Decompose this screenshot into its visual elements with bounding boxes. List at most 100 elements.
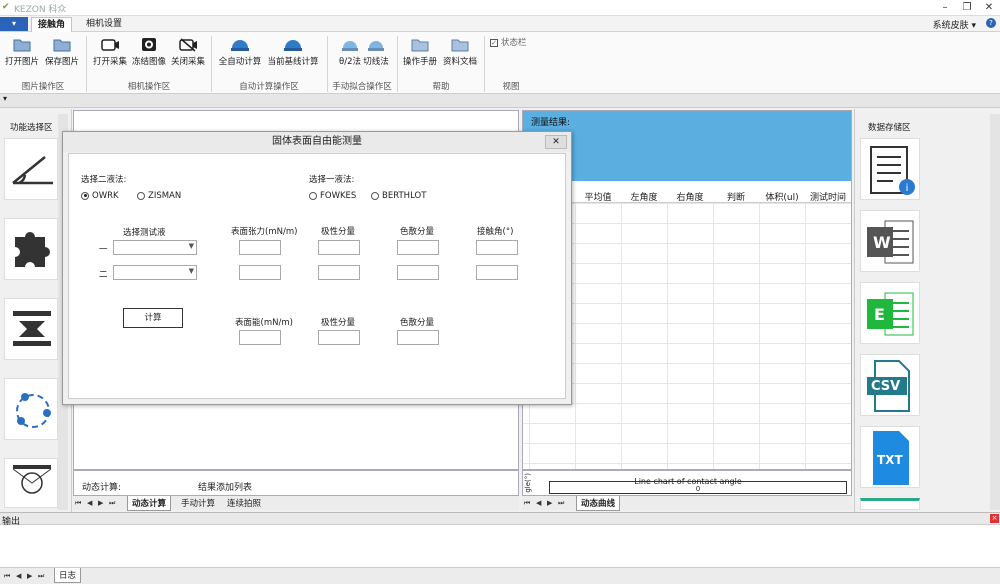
next-tab-icon[interactable]: ▶ — [98, 499, 103, 507]
last-tab-icon[interactable]: ⏭ — [558, 499, 564, 508]
dialog-close-button[interactable]: ✕ — [545, 135, 567, 149]
droplet-baseline-icon — [283, 36, 303, 53]
app-logo-icon: ✔ — [2, 2, 10, 12]
prev-tab-icon[interactable]: ◀ — [536, 499, 541, 507]
folder-manual-icon — [410, 36, 430, 53]
chevron-down-icon: ▼ — [188, 267, 194, 275]
open-capture-button[interactable]: 打开采集 — [90, 36, 130, 74]
qat-dropdown-icon[interactable]: ▾ — [3, 94, 7, 103]
info-file-button[interactable]: i — [860, 138, 920, 200]
surface-energy-field[interactable] — [239, 330, 281, 345]
tangent-button[interactable]: 切线法 — [356, 36, 396, 74]
help-icon[interactable]: ? — [986, 18, 996, 28]
close-capture-button[interactable]: 关闭采集 — [168, 36, 208, 74]
dispersive-field-2[interactable] — [397, 265, 439, 280]
first-tab-icon[interactable]: ⏮ — [75, 499, 81, 508]
tab-contact-angle[interactable]: 接触角 — [31, 17, 73, 32]
restore-button[interactable]: ❐ — [956, 0, 978, 15]
contact-angle-function[interactable] — [4, 138, 58, 200]
prev-tab-icon[interactable]: ◀ — [87, 499, 92, 507]
csv-export-button[interactable]: CSV — [860, 354, 920, 416]
skin-menu[interactable]: 系统皮肤 ▾ — [933, 18, 976, 31]
left-tab-bar: ⏮ ◀ ▶ ⏭ 动态计算 手动计算 连续拍照 — [73, 496, 519, 511]
bubble-stage-icon — [12, 465, 52, 494]
more-export-button[interactable] — [860, 498, 920, 510]
radio-berthlot[interactable]: BERTHLOT — [371, 191, 426, 201]
first-tab-icon[interactable]: ⏮ — [4, 572, 10, 581]
group-separator — [397, 36, 398, 92]
last-tab-icon[interactable]: ⏭ — [109, 499, 115, 508]
freeze-camera-icon — [139, 36, 159, 53]
interface-function[interactable] — [4, 378, 58, 440]
next-tab-icon[interactable]: ▶ — [27, 572, 32, 580]
angle-field-1[interactable] — [476, 240, 518, 255]
svg-text:i: i — [906, 183, 909, 194]
right-panel-title: 数据存储区 — [868, 123, 911, 133]
bubble-function[interactable] — [4, 458, 58, 508]
excel-icon — [867, 292, 914, 336]
tab-burst-photo[interactable]: 连续拍照 — [223, 496, 265, 510]
tab-manual-calc[interactable]: 手动计算 — [177, 496, 219, 510]
last-tab-icon[interactable]: ⏭ — [38, 572, 44, 581]
output-log-area[interactable] — [0, 525, 1000, 567]
puzzle-icon — [15, 232, 50, 267]
tension-field-1[interactable] — [239, 240, 281, 255]
next-tab-icon[interactable]: ▶ — [547, 499, 552, 507]
ring-nodes-icon — [16, 393, 51, 428]
polar-field-1[interactable] — [318, 240, 360, 255]
dispersive-field-1[interactable] — [397, 240, 439, 255]
excel-export-button[interactable]: E — [860, 282, 920, 344]
calculate-button[interactable]: 计算 — [123, 308, 183, 328]
app-menu-button[interactable]: ▾ — [0, 17, 28, 31]
manual-button[interactable]: 操作手册 — [400, 36, 440, 74]
minimize-button[interactable]: – — [934, 0, 956, 15]
col-left-angle: 左角度 — [630, 193, 658, 203]
surface-energy-function[interactable] — [4, 218, 58, 280]
tab-dynamic-calc[interactable]: 动态计算 — [127, 496, 172, 511]
radio-zisman[interactable]: ZISMAN — [137, 191, 181, 201]
document-info-icon: i — [870, 146, 915, 195]
angle-field-2[interactable] — [476, 265, 518, 280]
liquid-select-1[interactable]: ▼ — [113, 240, 197, 255]
liquid-select-2[interactable]: ▼ — [113, 265, 197, 280]
excel-letter: E — [874, 305, 885, 324]
documents-button[interactable]: 资料文档 — [440, 36, 480, 74]
first-tab-icon[interactable]: ⏮ — [524, 499, 530, 508]
title-bar: ✔ KEZON 科众 – ❐ ✕ — [0, 0, 1000, 16]
freeze-image-button[interactable]: 冻结图像 — [129, 36, 169, 74]
prev-tab-icon[interactable]: ◀ — [16, 572, 21, 580]
open-image-button[interactable]: 打开图片 — [2, 36, 42, 74]
polar-field-2[interactable] — [318, 265, 360, 280]
col-contact-angle: 接触角(°) — [477, 227, 514, 237]
tab-log[interactable]: 日志 — [54, 568, 82, 583]
close-button[interactable]: ✕ — [978, 0, 1000, 15]
auto-calc-button[interactable]: 全自动计算 — [216, 36, 264, 74]
tab-camera-settings[interactable]: 相机设置 — [80, 17, 128, 32]
radio-owrk[interactable]: OWRK — [81, 191, 119, 201]
word-icon — [867, 220, 914, 264]
save-image-button[interactable]: 保存图片 — [42, 36, 82, 74]
energy-polar-label: 极性分量 — [321, 318, 356, 328]
energy-polar-field[interactable] — [318, 330, 360, 345]
row-one-label: 一 — [99, 245, 108, 255]
roll-angle-function[interactable] — [4, 298, 58, 360]
group-separator — [484, 36, 485, 92]
output-close-icon[interactable]: × — [990, 514, 999, 523]
txt-export-button[interactable]: TXT — [860, 426, 920, 488]
word-export-button[interactable]: W — [860, 210, 920, 272]
tilt-stage-icon — [13, 311, 51, 346]
dynamic-calc-label: 动态计算: — [82, 483, 122, 493]
tab-dynamic-curve[interactable]: 动态曲线 — [576, 496, 621, 511]
baseline-calc-button[interactable]: 当前基线计算 — [266, 36, 320, 74]
status-bar-checkbox[interactable]: ✓ 状态栏 — [490, 36, 527, 48]
add-to-list-label[interactable]: 结果添加列表 — [198, 480, 252, 493]
radio-fowkes[interactable]: FOWKES — [309, 191, 356, 201]
right-scrollbar[interactable] — [990, 114, 1000, 510]
group-label-manual: 手动拟合操作区 — [332, 82, 392, 92]
energy-dispersive-label: 色散分量 — [400, 318, 435, 328]
tension-field-2[interactable] — [239, 265, 281, 280]
row-two-label: 二 — [99, 270, 108, 280]
folder-docs-icon — [450, 36, 470, 53]
csv-label: CSV — [871, 379, 901, 394]
energy-dispersive-field[interactable] — [397, 330, 439, 345]
